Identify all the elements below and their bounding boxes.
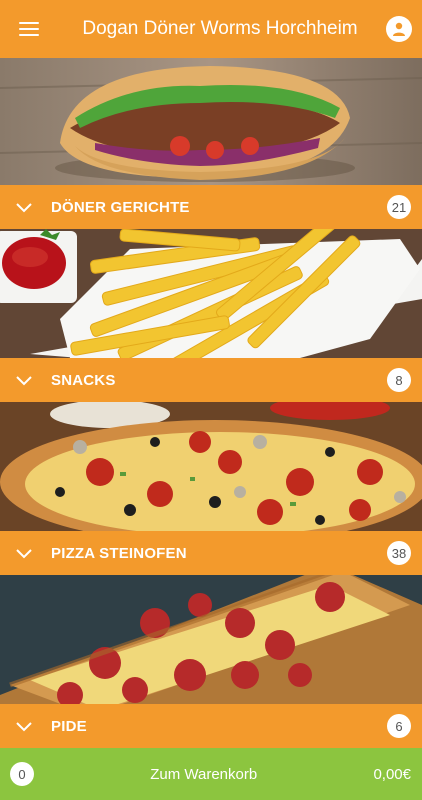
item-count-badge: 38 [387, 541, 411, 565]
category-label: PIZZA STEINOFEN [51, 544, 187, 562]
category-label: PIDE [51, 717, 87, 735]
category-label: DÖNER GERICHTE [51, 198, 190, 216]
cart-count-badge: 0 [10, 762, 34, 786]
chevron-down-icon [16, 203, 32, 213]
app-header: Dogan Döner Worms Horchheim [0, 0, 422, 58]
item-count-badge: 6 [387, 714, 411, 738]
category-label: SNACKS [51, 371, 116, 389]
cart-button[interactable]: 0 Zum Warenkorb 0,00€ [0, 748, 422, 800]
category-header-snacks[interactable]: SNACKS 8 [0, 358, 422, 402]
cart-label: Zum Warenkorb [150, 765, 258, 783]
category-header-pide[interactable]: PIDE 6 [0, 704, 422, 748]
category-image-doner[interactable] [0, 58, 422, 185]
page-title: Dogan Döner Worms Horchheim [82, 18, 358, 39]
chevron-down-icon [16, 722, 32, 732]
chevron-down-icon [16, 549, 32, 559]
item-count-badge: 8 [387, 368, 411, 392]
category-image-pizza[interactable] [0, 402, 422, 531]
cart-total: 0,00€ [373, 765, 411, 783]
category-header-pizza[interactable]: PIZZA STEINOFEN 38 [0, 531, 422, 575]
user-account-icon[interactable] [386, 16, 412, 42]
category-header-doner[interactable]: DÖNER GERICHTE 21 [0, 185, 422, 229]
category-image-pide[interactable] [0, 575, 422, 704]
hamburger-menu-icon[interactable] [0, 0, 58, 58]
chevron-down-icon [16, 376, 32, 386]
item-count-badge: 21 [387, 195, 411, 219]
category-image-snacks[interactable] [0, 229, 422, 358]
